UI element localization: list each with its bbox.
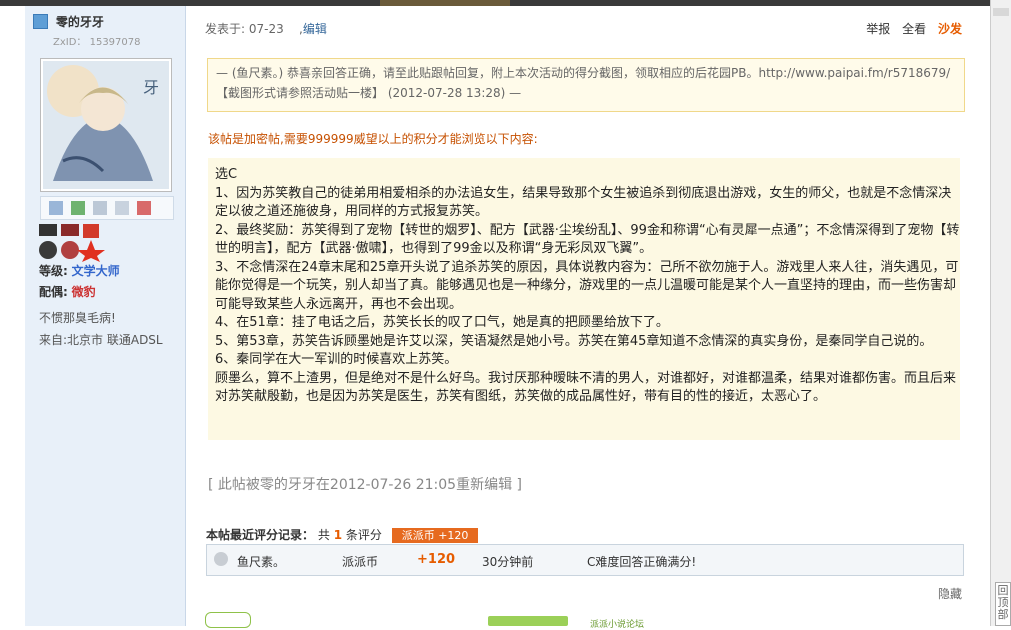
rating-reason: C难度回答正确满分! — [587, 555, 697, 569]
add-friend-icon[interactable] — [71, 201, 85, 215]
level-value: 文学大师 — [71, 264, 120, 278]
post-time: 发表于: 07-23 — [205, 22, 284, 36]
scrollbar-thumb[interactable] — [993, 8, 1009, 16]
spouse-value[interactable]: 微豹 — [72, 285, 96, 299]
username[interactable]: 零的牙牙 — [56, 15, 104, 29]
rating-amount: +120 — [417, 552, 456, 567]
content-paragraph: 顾墨么，算不上渣男，但是绝对不是什么好鸟。我讨厌那种暧昧不清的男人，对谁都好，对… — [215, 370, 957, 405]
post-tools: 举报 全看 沙发 — [858, 20, 962, 37]
user-spouse: 配偶: 微豹 — [39, 283, 96, 300]
medal-badges — [39, 224, 105, 262]
content-paragraph: 选C — [215, 167, 238, 182]
rating-badge: 派派币 +120 — [391, 528, 479, 543]
level-label: 等级: — [39, 264, 68, 278]
profile-icon[interactable] — [115, 201, 129, 215]
rating-row: 鱼尺素。 派派币 +120 30分钟前 C难度回答正确满分! — [206, 544, 964, 576]
username-row: 零的牙牙 — [33, 13, 104, 29]
hide-button[interactable]: 隐藏 — [938, 585, 962, 602]
content-paragraph: 4、在51章：挂了电话之后，苏笑长长的叹了口气，她是真的把顾墨给放下了。 — [215, 315, 669, 330]
post-content: 选C 1、因为苏笑教自己的徒弟用相爱相杀的办法追女生，结果导致那个女生被追杀到彻… — [208, 158, 960, 440]
footer-ad-mid[interactable] — [488, 616, 568, 626]
user-action-bar — [40, 196, 174, 220]
user-location: 来自:北京市 联通ADSL — [39, 333, 163, 347]
report-link[interactable]: 举报 — [866, 22, 890, 36]
rating-summary: 本帖最近评分记录： 共 1 条评分 派派币 +120 — [206, 526, 479, 543]
user-level: 等级: 文学大师 — [39, 262, 120, 279]
rating-title: 本帖最近评分记录： — [206, 528, 315, 542]
scrollbar[interactable] — [990, 0, 1011, 626]
rating-count-prefix: 共 — [317, 528, 330, 542]
post-header: 发表于: 07-23 ,编辑 — [205, 22, 327, 36]
content-paragraph: 6、秦同学在大一军训的时候喜欢上苏笑。 — [215, 352, 458, 367]
message-icon[interactable] — [49, 201, 63, 215]
content-paragraph: 3、不念情深在24章末尾和25章开头说了追杀苏笑的原因，具体说教内容为：己所不欲… — [215, 259, 959, 312]
search-posts-icon[interactable] — [93, 201, 107, 215]
user-signature: 不惯那臭毛病! — [39, 311, 116, 325]
rater-name[interactable]: 鱼尺素。 — [237, 553, 285, 570]
view-all-link[interactable]: 全看 — [902, 22, 926, 36]
avatar[interactable]: 牙 — [40, 58, 172, 192]
moderator-notice: — (鱼尺素。) 恭喜亲回答正确，请至此贴跟帖回复，附上本次活动的得分截图，领取… — [207, 58, 965, 112]
svg-text:牙: 牙 — [143, 78, 159, 97]
rating-count-suffix: 条评分 — [345, 528, 382, 542]
footer-ad-right[interactable]: 派派小说论坛 — [590, 617, 644, 630]
edit-link[interactable]: 编辑 — [303, 22, 327, 36]
content-paragraph: 2、最终奖励：苏笑得到了宠物【转世的烟罗】、配方【武器·尘埃纷乱】、99金和称谓… — [215, 222, 960, 257]
rating-count: 1 — [333, 528, 343, 542]
rating-time: 30分钟前 — [482, 555, 534, 569]
floor-label: 沙发 — [937, 22, 962, 36]
rater-avatar-icon — [214, 552, 228, 566]
back-to-top-button[interactable]: 回顶部 — [995, 582, 1011, 626]
user-sidebar: 零的牙牙 ZxID： 15397078 牙 等级: 文学大师 配偶: 微豹 不惯… — [25, 6, 186, 626]
rating-type: 派派币 — [342, 555, 379, 569]
spouse-label: 配偶: — [39, 285, 68, 299]
post-main: 发表于: 07-23 ,编辑 举报 全看 沙发 — (鱼尺素。) 恭喜亲回答正确… — [190, 6, 990, 626]
gift-icon[interactable] — [137, 201, 151, 215]
encrypted-notice: 该帖是加密帖,需要999999威望以上的积分才能浏览以下内容: — [208, 132, 538, 146]
content-paragraph: 1、因为苏笑教自己的徒弟用相爱相杀的办法追女生，结果导致那个女生被追杀到彻底退出… — [215, 185, 952, 220]
user-icon — [33, 14, 48, 29]
edit-note: [ 此帖被零的牙牙在2012-07-26 21:05重新编辑 ] — [208, 477, 522, 493]
content-paragraph: 5、第53章，苏笑告诉顾墨她是许艾以深，笑语凝然是她小号。苏笑在第45章知道不念… — [215, 333, 933, 349]
user-id: ZxID： 15397078 — [53, 37, 141, 48]
